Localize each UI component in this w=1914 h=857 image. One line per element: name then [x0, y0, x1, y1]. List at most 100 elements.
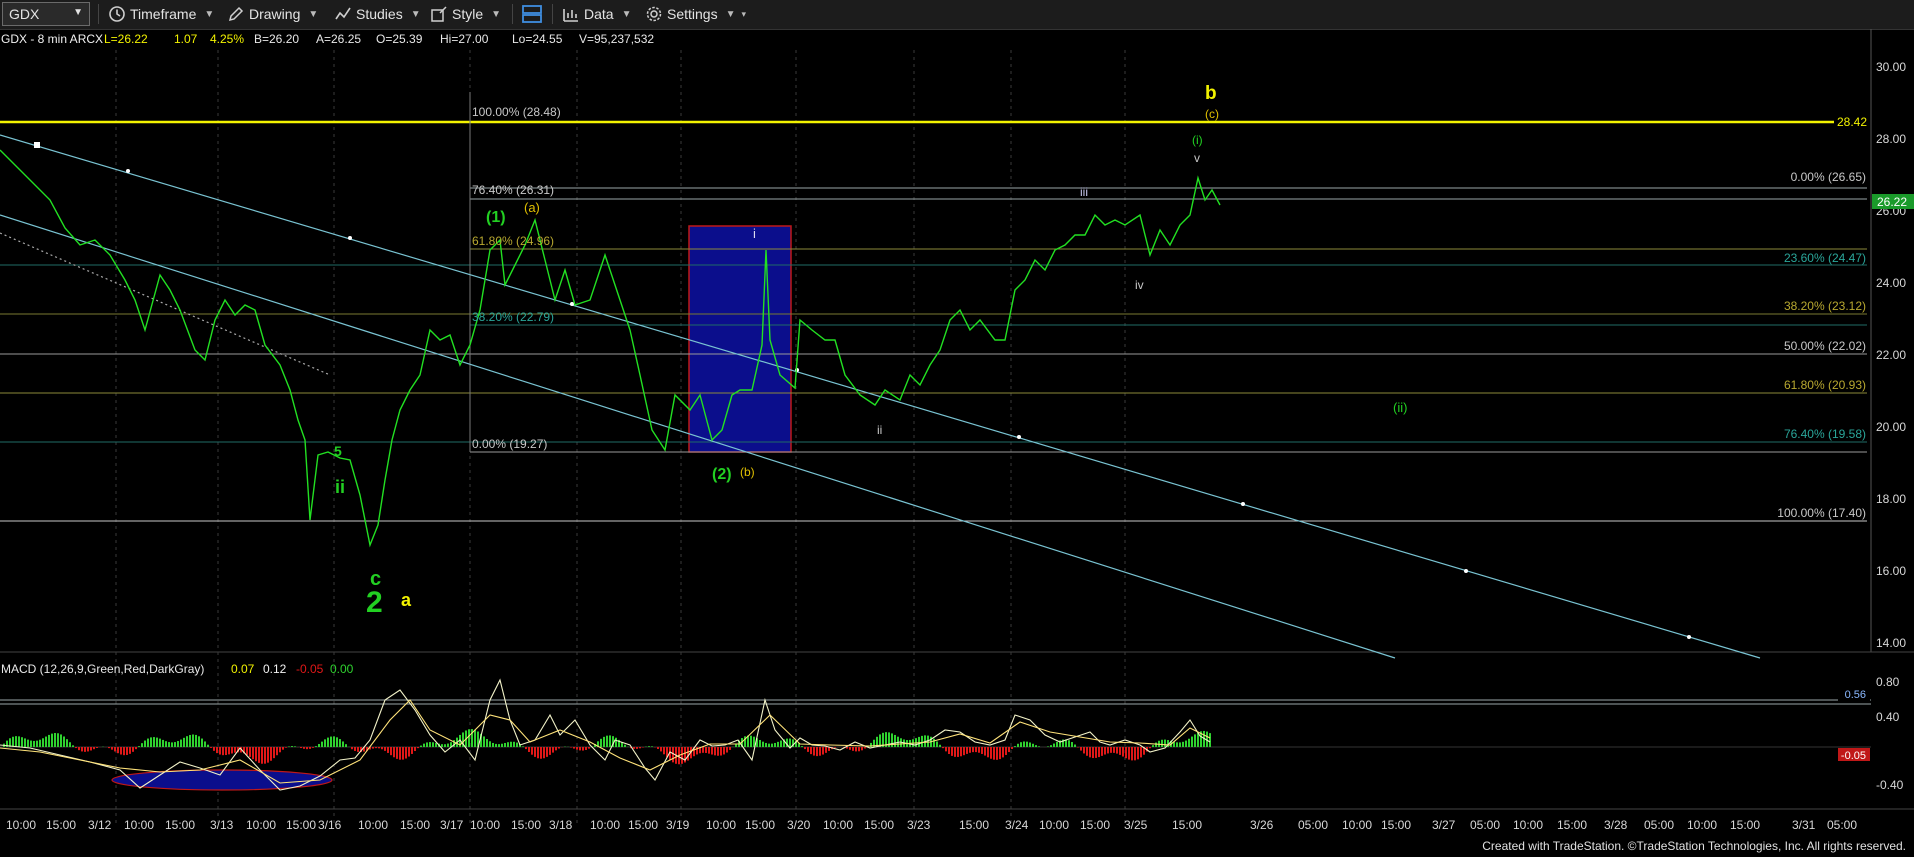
price-tick: 30.00 [1876, 60, 1906, 74]
toolbar-divider [552, 4, 553, 24]
macd-histogram-bar [123, 747, 125, 756]
macd-histogram-bar [156, 737, 158, 747]
wave-label-iii: iii [1080, 185, 1088, 199]
macd-histogram-bar [729, 747, 731, 750]
macd-histogram-bar [657, 747, 659, 750]
macd-tick: 0.80 [1876, 675, 1900, 689]
macd-histogram-bar [951, 747, 953, 756]
macd-histogram-bar [195, 734, 197, 747]
macd-histogram-bar [819, 747, 821, 756]
time-tick: 10:00 [1039, 818, 1069, 832]
macd-histogram-bar [423, 743, 425, 747]
macd-histogram-bar [804, 747, 806, 750]
macd-histogram-bar [543, 747, 545, 759]
footer-credit: Created with TradeStation. ©TradeStation… [1482, 839, 1906, 853]
macd-histogram-bar [948, 747, 950, 755]
settings-label: Settings [667, 6, 718, 22]
price-axis: 30.00 28.00 26.00 24.00 22.00 20.00 18.0… [1834, 60, 1914, 650]
macd-histogram-bar [486, 739, 488, 747]
gear-icon [646, 6, 662, 22]
session-dividers [115, 50, 1126, 826]
macd-histogram-bar [315, 746, 317, 747]
macd-histogram-bar [588, 747, 590, 749]
macd-histogram-bar [702, 747, 704, 753]
macd-histogram-bar [1008, 747, 1010, 753]
macd-histogram-bar [864, 747, 866, 749]
macd-histogram-bar [135, 747, 137, 750]
macd-histogram-bar [390, 747, 392, 756]
macd-histogram-bar [1092, 747, 1094, 759]
macd-histogram-bar [987, 747, 989, 758]
symbol-selector[interactable]: GDX ▼ [2, 2, 90, 26]
macd-histogram-bar [270, 747, 272, 761]
time-tick: 3/27 [1432, 818, 1456, 832]
wave-label-ii-small: ii [335, 477, 345, 497]
macd-histogram-bar [174, 742, 176, 747]
wave-label-a: a [401, 590, 412, 610]
macd-histogram-bar [609, 735, 611, 747]
macd-histogram-bar [147, 738, 149, 747]
style-button[interactable]: Style ▼ [430, 2, 501, 26]
time-tick: 3/12 [88, 818, 112, 832]
macd-histogram-bar [198, 736, 200, 747]
macd-histogram-bar [1194, 734, 1196, 747]
macd-histogram-bar [1014, 746, 1016, 747]
macd-histogram-bar [717, 747, 719, 756]
fib-lines [0, 92, 1867, 522]
price-marker-yellow: 28.42 [1837, 115, 1867, 129]
macd-histogram-bar [306, 747, 308, 750]
chevron-down-icon: ▼ [725, 8, 736, 20]
drawing-button[interactable]: Drawing ▼ [227, 2, 318, 26]
macd-histogram-bar [1053, 743, 1055, 747]
macd-histogram-bar [60, 734, 62, 747]
price-series [0, 149, 1221, 548]
wave-label-iv: iv [1135, 278, 1144, 292]
macd-histogram-bar [273, 747, 275, 759]
macd-histogram-bar [27, 739, 29, 747]
time-tick: 15:00 [1381, 818, 1411, 832]
wave-label-2: 2 [366, 586, 383, 619]
time-tick: 10:00 [706, 818, 736, 832]
macd-histogram-bar [417, 747, 419, 749]
macd-histogram-bar [489, 741, 491, 747]
time-axis: 10:00 15:00 3/12 10:00 15:00 3/13 10:00 15:00 3/… [6, 818, 1857, 832]
macd-histogram-bar [510, 741, 512, 747]
settings-button[interactable]: Settings ▼ ▾ [645, 2, 746, 26]
macd-histogram-bar [762, 741, 764, 747]
macd-histogram-bar [177, 741, 179, 747]
macd-histogram-bar [207, 744, 209, 747]
macd-histogram-bar [954, 747, 956, 757]
macd-histogram-bar [834, 747, 836, 748]
macd-histogram-bar [84, 747, 86, 752]
macd-histogram-bar [393, 747, 395, 758]
macd-histogram-bar [54, 732, 56, 747]
layout-button[interactable] [521, 2, 543, 26]
data-button[interactable]: Data ▼ [562, 2, 631, 26]
wave-label-2-paren: (2) [712, 466, 732, 483]
macd-histogram-bar [225, 747, 227, 756]
macd-histogram-bar [171, 742, 173, 747]
macd-histogram-bar [660, 747, 662, 752]
time-tick: 15:00 [46, 818, 76, 832]
macd-histogram-bar [309, 747, 311, 749]
macd-histogram-bar [1140, 747, 1142, 758]
macd-histogram-bar [576, 747, 578, 750]
macd-histogram-bar [990, 747, 992, 759]
macd-histogram-bar [1185, 740, 1187, 747]
macd-histogram-bar [720, 747, 722, 756]
macd-histogram-bar [552, 747, 554, 753]
timeframe-button[interactable]: Timeframe ▼ [108, 2, 214, 26]
macd-histogram-bar [648, 746, 650, 747]
time-tick: 10:00 [823, 818, 853, 832]
price-chart[interactable]: GDX - 8 min ARCX L=26.22 1.07 4.25% B=26… [0, 29, 1914, 835]
time-tick: 15:00 [1730, 818, 1760, 832]
time-tick: 10:00 [1687, 818, 1717, 832]
wave-label-i-paren: (i) [1192, 133, 1203, 147]
macd-histogram-bar [639, 747, 641, 749]
macd-histogram-bar [321, 741, 323, 747]
macd-histogram-bar [246, 747, 248, 755]
macd-histogram [3, 729, 1211, 765]
macd-histogram-bar [570, 747, 572, 748]
time-tick: 3/23 [907, 818, 931, 832]
studies-button[interactable]: Studies ▼ [334, 2, 421, 26]
